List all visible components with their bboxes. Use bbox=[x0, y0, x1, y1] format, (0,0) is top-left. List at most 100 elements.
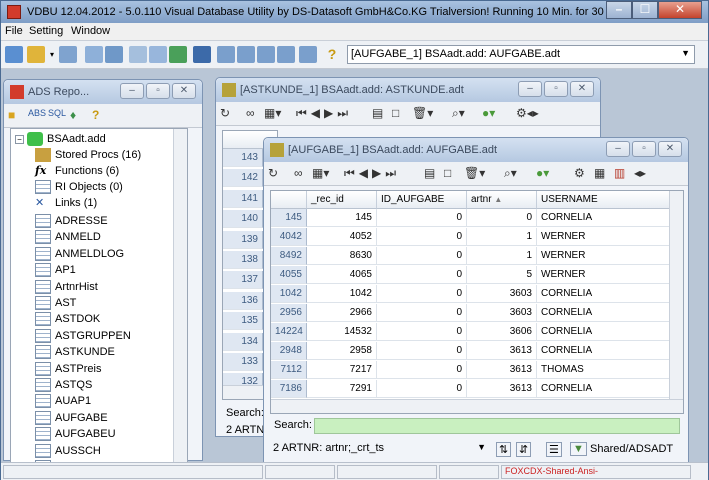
menu-file[interactable]: File bbox=[5, 25, 23, 37]
astkunde-row-number[interactable]: 139 bbox=[223, 230, 263, 249]
cell-id-aufgabe[interactable]: 0 bbox=[377, 209, 467, 227]
astkunde-minimize-button[interactable]: – bbox=[518, 81, 542, 97]
cell-id-aufgabe[interactable]: 0 bbox=[377, 304, 467, 322]
row-number[interactable]: 8492 bbox=[271, 247, 307, 265]
refresh-icon[interactable]: ♦ bbox=[70, 108, 76, 122]
delete-icon[interactable]: 🗑▾ bbox=[412, 106, 433, 120]
cell-username[interactable]: CORNELIA bbox=[537, 342, 671, 360]
delete-icon[interactable]: 🗑▾ bbox=[464, 166, 485, 180]
cell-rec-id[interactable]: 8630 bbox=[307, 247, 377, 265]
cell-username[interactable]: CORNELIA bbox=[537, 380, 671, 398]
tree-table-item[interactable]: AUFGABE bbox=[35, 410, 108, 427]
scroll-arrows-icon[interactable]: ◂▸ bbox=[634, 166, 646, 180]
navigation-icons[interactable]: ⏮◀▶⏭ bbox=[344, 166, 400, 181]
row-number[interactable]: 14224 bbox=[271, 323, 307, 341]
cell-id-aufgabe[interactable]: 0 bbox=[377, 342, 467, 360]
cell-id-aufgabe[interactable]: 0 bbox=[377, 285, 467, 303]
cell-username[interactable]: THOMAS bbox=[537, 361, 671, 379]
aufgabe-restore-button[interactable]: ▫ bbox=[632, 141, 656, 157]
settings-icon[interactable]: ⚙◂▸ bbox=[516, 106, 539, 120]
tree-table-item[interactable]: ASTPreis bbox=[35, 361, 101, 378]
table-icon[interactable] bbox=[59, 46, 77, 63]
sql-icon[interactable]: SQL bbox=[48, 108, 66, 118]
row-number[interactable]: 4042 bbox=[271, 228, 307, 246]
settings-icon[interactable]: ⚙ bbox=[574, 166, 585, 180]
column-header-username[interactable]: USERNAME bbox=[537, 191, 671, 209]
navigation-icons[interactable]: ⏮◀▶⏭ bbox=[296, 106, 352, 121]
help-icon[interactable]: ? bbox=[323, 46, 341, 63]
aufgabe-hscroll[interactable] bbox=[271, 399, 683, 413]
cell-artnr[interactable]: 3613 bbox=[467, 342, 537, 360]
sort-desc-button[interactable]: ⇵ bbox=[516, 442, 532, 457]
astkunde-titlebar[interactable]: [ASTKUNDE_1] BSAadt.add: ASTKUNDE.adt – … bbox=[216, 78, 600, 102]
refresh-icon[interactable]: ↻ bbox=[268, 166, 278, 180]
cell-id-aufgabe[interactable]: 0 bbox=[377, 247, 467, 265]
cell-artnr[interactable]: 1 bbox=[467, 247, 537, 265]
tree-table-item[interactable]: ASTQS bbox=[35, 378, 92, 394]
sort-asc-button[interactable]: ⇅ bbox=[496, 442, 512, 457]
ads-restore-button[interactable]: ▫ bbox=[146, 83, 170, 99]
filter-button[interactable]: ▼ bbox=[570, 442, 587, 456]
sql-icon[interactable] bbox=[85, 46, 103, 63]
astkunde-row-number[interactable]: 136 bbox=[223, 291, 263, 310]
cell-artnr[interactable]: 3603 bbox=[467, 285, 537, 303]
tree-table-item[interactable]: AUAP1 bbox=[35, 394, 91, 410]
tree-node-stored-procs[interactable]: Stored Procs (16) bbox=[35, 148, 141, 164]
cell-rec-id[interactable]: 7291 bbox=[307, 380, 377, 398]
table-selector-combo[interactable]: [AUFGABE_1] BSAadt.add: AUFGABE.adt ▼ bbox=[347, 45, 695, 64]
row-number[interactable]: 2956 bbox=[271, 304, 307, 322]
cell-username[interactable]: WERNER bbox=[537, 266, 671, 284]
aufgabe-vscroll[interactable] bbox=[669, 191, 683, 399]
cell-rec-id[interactable]: 145 bbox=[307, 209, 377, 227]
menu-window[interactable]: Window bbox=[71, 25, 110, 37]
cell-id-aufgabe[interactable]: 0 bbox=[377, 228, 467, 246]
tree-table-item[interactable]: AP1 bbox=[35, 263, 76, 279]
column-header-artnr[interactable]: artnr ▲ bbox=[467, 191, 537, 209]
open-folder-icon[interactable]: ■ bbox=[8, 108, 15, 122]
filter-icon[interactable]: ●▾ bbox=[536, 166, 549, 180]
refresh-icon[interactable]: ↻ bbox=[220, 106, 230, 120]
row-number[interactable]: 4055 bbox=[271, 266, 307, 284]
zoom-icon[interactable]: ⌕▾ bbox=[452, 106, 465, 121]
cell-artnr[interactable]: 1 bbox=[467, 228, 537, 246]
cell-id-aufgabe[interactable]: 0 bbox=[377, 323, 467, 341]
export-icon[interactable] bbox=[193, 46, 211, 63]
astkunde-restore-button[interactable]: ▫ bbox=[544, 81, 568, 97]
edit-icon[interactable]: ▤ bbox=[424, 166, 435, 180]
tree-table-item[interactable]: ADRESSE bbox=[35, 214, 108, 230]
cell-artnr[interactable]: 3606 bbox=[467, 323, 537, 341]
cell-username[interactable]: CORNELIA bbox=[537, 304, 671, 322]
filter-icon[interactable]: ●▾ bbox=[482, 106, 495, 120]
cell-id-aufgabe[interactable]: 0 bbox=[377, 361, 467, 379]
astkunde-close-button[interactable]: ✕ bbox=[570, 81, 594, 97]
row-number[interactable]: 7186 bbox=[271, 380, 307, 398]
minimize-button[interactable]: – bbox=[606, 1, 632, 19]
cell-artnr[interactable]: 3603 bbox=[467, 304, 537, 322]
window-tile-h-icon[interactable] bbox=[237, 46, 255, 63]
tree-table-item[interactable]: AUSSCH bbox=[35, 443, 101, 460]
tree-table-item[interactable]: ASTGRUPPEN bbox=[35, 328, 131, 345]
tree-table-item[interactable]: ArtnrHist bbox=[35, 279, 98, 296]
cell-artnr[interactable]: 5 bbox=[467, 266, 537, 284]
ads-repository-titlebar[interactable]: ADS Repo... – ▫ ✕ bbox=[4, 80, 202, 104]
tree-table-item[interactable]: ANMELD bbox=[35, 230, 101, 246]
new-record-icon[interactable]: □ bbox=[444, 166, 451, 180]
index-selector-combo[interactable]: 2 ARTNR: artnr;_crt_ts ▼ bbox=[270, 440, 490, 459]
cell-username[interactable]: WERNER bbox=[537, 247, 671, 265]
menu-setting[interactable]: Setting bbox=[29, 25, 63, 37]
tree-table-item[interactable]: AST bbox=[35, 296, 76, 312]
table-view-icon[interactable]: ▦ bbox=[594, 166, 605, 180]
ads-sql-icon[interactable]: ABS bbox=[28, 108, 46, 118]
astkunde-row-number[interactable]: 141 bbox=[223, 189, 263, 208]
tree-collapse-icon[interactable]: − bbox=[15, 135, 24, 144]
open-icon[interactable] bbox=[27, 46, 45, 63]
row-number[interactable]: 7112 bbox=[271, 361, 307, 379]
index-button[interactable]: ☰ bbox=[546, 442, 562, 457]
close-button[interactable]: ✕ bbox=[658, 1, 702, 19]
window-cascade-icon[interactable] bbox=[217, 46, 235, 63]
astkunde-row-number[interactable]: 142 bbox=[223, 169, 263, 188]
aufgabe-search-input[interactable] bbox=[314, 418, 680, 434]
astkunde-row-number[interactable]: 143 bbox=[223, 149, 263, 167]
cell-artnr[interactable]: 3613 bbox=[467, 380, 537, 398]
cell-rec-id[interactable]: 4052 bbox=[307, 228, 377, 246]
